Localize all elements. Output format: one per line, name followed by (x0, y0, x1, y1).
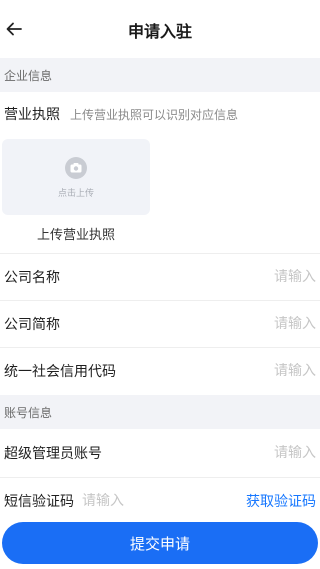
sms-code-row: 短信验证码 获取验证码 (0, 477, 320, 524)
company-short-row: 公司简称 (0, 300, 320, 347)
credit-code-row: 统一社会信用代码 (0, 347, 320, 394)
page-title: 申请入驻 (127, 22, 192, 41)
license-hint: 上传营业执照可以识别对应信息 (70, 107, 239, 122)
sms-code-label: 短信验证码 (4, 494, 74, 510)
company-short-label: 公司简称 (4, 317, 60, 333)
license-label: 营业执照 (4, 107, 60, 123)
nav-bar: 申请入驻 (0, 0, 320, 58)
get-code-button[interactable]: 获取验证码 (246, 491, 316, 511)
upload-caption: 上传营业执照 (36, 228, 115, 243)
sms-code-input[interactable] (82, 493, 152, 509)
credit-code-input[interactable] (226, 363, 316, 379)
company-name-row: 公司名称 (0, 253, 320, 300)
credit-code-label: 统一社会信用代码 (4, 364, 116, 380)
admin-account-input[interactable] (226, 444, 316, 461)
company-name-input[interactable] (226, 269, 316, 285)
section-header-company: 企业信息 (0, 58, 320, 92)
company-short-input[interactable] (226, 316, 316, 332)
section-header-account: 账号信息 (0, 395, 320, 429)
admin-account-row: 超级管理员账号 (0, 429, 320, 476)
license-row: 营业执照 上传营业执照可以识别对应信息 (0, 92, 320, 136)
license-upload-box[interactable]: 点击上传 (2, 139, 150, 215)
submit-button[interactable]: 提交申请 (2, 522, 318, 564)
company-name-label: 公司名称 (4, 270, 60, 286)
admin-account-label: 超级管理员账号 (4, 445, 102, 462)
upload-text: 点击上传 (57, 189, 94, 199)
camera-icon (65, 157, 87, 179)
sms-code-group: 短信验证码 (4, 491, 152, 511)
